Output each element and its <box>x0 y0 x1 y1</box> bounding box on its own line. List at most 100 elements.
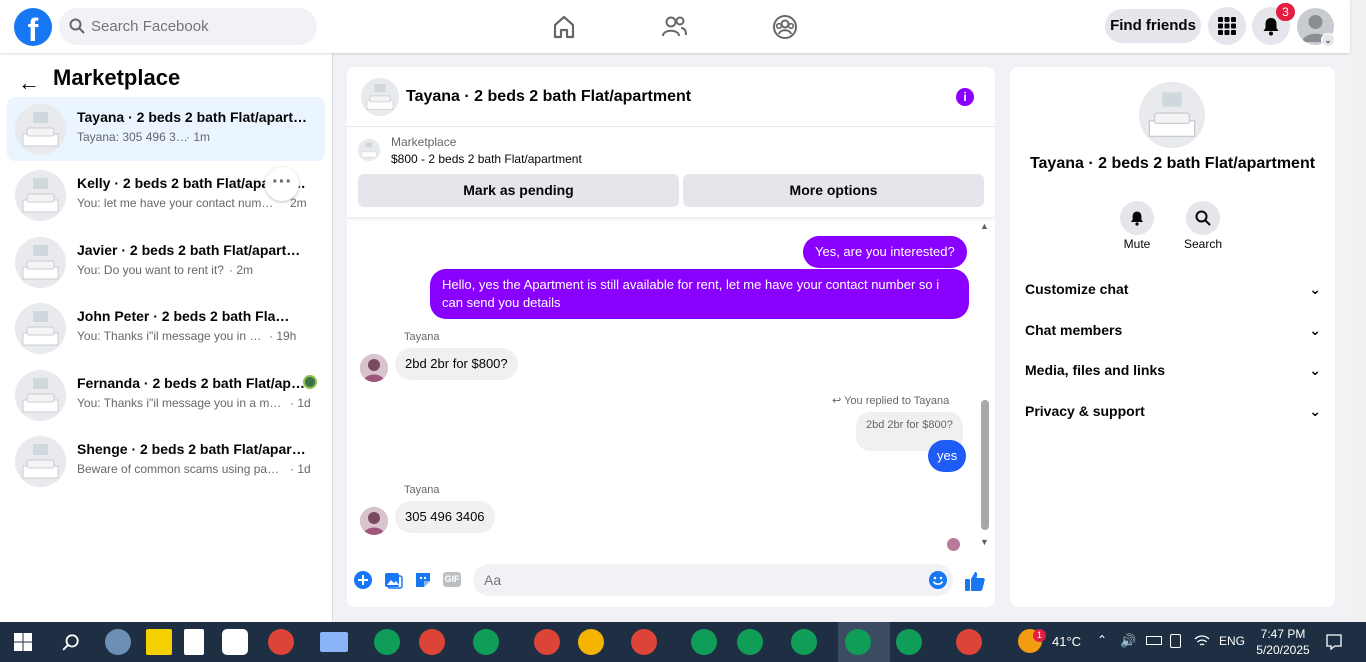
thumbs-up-icon[interactable] <box>964 570 986 592</box>
conversation-snippet: You: let me have your contact number so … <box>77 196 279 210</box>
sender-avatar[interactable] <box>360 507 388 535</box>
chat-members-row[interactable]: Chat members ⌄ <box>1025 315 1321 345</box>
chevron-down-icon: ⌄ <box>1309 322 1321 338</box>
device-icon[interactable] <box>1170 634 1181 648</box>
back-arrow-icon[interactable]: ← <box>18 70 40 96</box>
sticker-icon[interactable] <box>413 570 433 590</box>
conversation-item[interactable]: Javier · 2 beds 2 bath Flat/apartment Yo… <box>7 230 325 294</box>
chrome-icon[interactable] <box>896 629 922 655</box>
capcut-app-icon[interactable] <box>222 629 248 655</box>
sender-avatar[interactable] <box>360 354 388 382</box>
conversation-snippet: You: Do you want to rent it? <box>77 263 224 277</box>
account-chevron-icon[interactable]: ⌄ <box>1321 33 1335 47</box>
facebook-logo[interactable]: f <box>14 8 52 46</box>
home-icon[interactable] <box>549 12 579 42</box>
chrome-icon[interactable] <box>534 629 560 655</box>
conversation-item[interactable]: Fernanda · 2 beds 2 bath Flat/apartment … <box>7 363 325 427</box>
search-chat-button[interactable] <box>1186 201 1220 235</box>
battery-icon[interactable] <box>1146 636 1162 645</box>
chrome-icon[interactable] <box>737 629 763 655</box>
find-friends-button[interactable]: Find friends <box>1105 9 1201 43</box>
incoming-message[interactable]: 305 496 3406 <box>395 501 495 533</box>
windows-taskbar: 1 41°C ⌃ 🔊 ENG 7:47 PM 5/20/2025 <box>0 622 1366 662</box>
chrome-icon[interactable] <box>473 629 499 655</box>
scroll-up-arrow-icon[interactable]: ▲ <box>980 221 989 231</box>
listing-thumbnail <box>15 170 66 221</box>
clock[interactable]: 7:47 PM 5/20/2025 <box>1255 626 1311 658</box>
taskbar-search-icon[interactable] <box>62 633 80 651</box>
conversation-time: · 1d <box>290 462 311 476</box>
media-files-links-row[interactable]: Media, files and links ⌄ <box>1025 355 1321 385</box>
search-input[interactable] <box>91 8 311 45</box>
chrome-icon[interactable] <box>374 629 400 655</box>
emoji-icon[interactable] <box>928 570 948 590</box>
chrome-icon[interactable] <box>419 629 445 655</box>
conversation-item[interactable]: John Peter · 2 beds 2 bath Flat/apartmen… <box>7 296 325 360</box>
seen-avatar-icon <box>303 375 317 389</box>
read-receipt-avatar <box>947 538 960 551</box>
chat-scrollbar[interactable]: ▲ ▼ <box>978 219 992 555</box>
chevron-up-icon[interactable]: ⌃ <box>1097 633 1107 647</box>
screenshot-app-icon[interactable] <box>320 632 348 652</box>
search-label: Search <box>1183 237 1223 251</box>
marketplace-inbox-sidebar: ← Marketplace Tayana · 2 beds 2 bath Fla… <box>0 53 333 622</box>
conversation-time: · 19h <box>269 329 297 343</box>
chrome-icon[interactable] <box>791 629 817 655</box>
chrome-icon[interactable] <box>268 629 294 655</box>
windows-start-icon[interactable] <box>14 633 32 651</box>
outgoing-message[interactable]: Hello, yes the Apartment is still availa… <box>430 269 969 319</box>
notification-center-icon[interactable] <box>1325 633 1343 651</box>
groups-icon[interactable] <box>770 12 800 42</box>
temperature[interactable]: 41°C <box>1052 634 1081 649</box>
conversation-snippet: You: Thanks i"il message you in a moment <box>77 329 265 343</box>
outgoing-reply-message[interactable]: yes <box>928 440 967 472</box>
more-options-button[interactable]: More options <box>683 174 984 207</box>
page-scrollbar[interactable] <box>1350 0 1366 622</box>
chevron-down-icon: ⌄ <box>1309 403 1321 419</box>
search-box[interactable] <box>59 8 317 45</box>
row-label: Privacy & support <box>1025 403 1145 419</box>
customize-chat-row[interactable]: Customize chat ⌄ <box>1025 274 1321 304</box>
listing-thumbnail <box>15 104 66 155</box>
menu-button[interactable] <box>1208 7 1246 45</box>
conversation-item[interactable]: Tayana · 2 beds 2 bath Flat/apartment Ta… <box>7 97 325 161</box>
chrome-icon[interactable] <box>578 629 604 655</box>
wifi-icon[interactable] <box>1194 634 1210 648</box>
photo-icon[interactable] <box>383 570 403 590</box>
gif-button[interactable]: GIF <box>443 572 461 587</box>
conversation-time: · 1d <box>290 396 311 410</box>
language-indicator[interactable]: ENG <box>1219 634 1245 648</box>
conversation-options-button[interactable]: ··· <box>265 167 299 201</box>
chat-scroll-thumb[interactable] <box>981 400 989 530</box>
chrome-icon[interactable] <box>631 629 657 655</box>
sticky-notes-icon[interactable] <box>146 629 172 655</box>
message-input[interactable] <box>473 564 953 596</box>
conversation-item[interactable]: Shenge · 2 beds 2 bath Flat/apartment Be… <box>7 429 325 493</box>
listing-price-title[interactable]: $800 - 2 beds 2 bath Flat/apartment <box>391 152 582 166</box>
chrome-icon[interactable] <box>691 629 717 655</box>
chat-title[interactable]: Tayana · 2 beds 2 bath Flat/apartment <box>406 88 691 106</box>
conversation-name: Shenge · 2 beds 2 bath Flat/apartment <box>77 441 309 457</box>
listing-thumbnail <box>15 237 66 288</box>
chrome-icon[interactable] <box>956 629 982 655</box>
plus-icon[interactable] <box>353 570 373 590</box>
friends-icon[interactable] <box>659 12 689 42</box>
paint-app-icon[interactable] <box>105 629 131 655</box>
info-icon[interactable]: i <box>956 88 974 106</box>
incoming-message[interactable]: 2bd 2br for $800? <box>395 348 518 380</box>
outgoing-message[interactable]: Yes, are you interested? <box>803 236 967 268</box>
speaker-icon[interactable]: 🔊 <box>1120 633 1136 649</box>
chrome-icon[interactable] <box>845 629 871 655</box>
chat-listing-thumbnail[interactable] <box>361 78 399 116</box>
reply-label-text: You replied to Tayana <box>844 395 950 407</box>
clock-time: 7:47 PM <box>1260 627 1306 641</box>
reply-arrow-icon: ↩ <box>832 395 842 407</box>
mute-button[interactable] <box>1120 201 1154 235</box>
scroll-down-arrow-icon[interactable]: ▼ <box>980 537 989 547</box>
chat-panel: Tayana · 2 beds 2 bath Flat/apartment i … <box>347 67 995 607</box>
privacy-support-row[interactable]: Privacy & support ⌄ <box>1025 396 1321 426</box>
info-listing-thumbnail[interactable] <box>1139 82 1205 148</box>
notification-count-badge: 3 <box>1276 3 1295 21</box>
document-app-icon[interactable] <box>184 629 204 655</box>
mark-as-pending-button[interactable]: Mark as pending <box>358 174 679 207</box>
